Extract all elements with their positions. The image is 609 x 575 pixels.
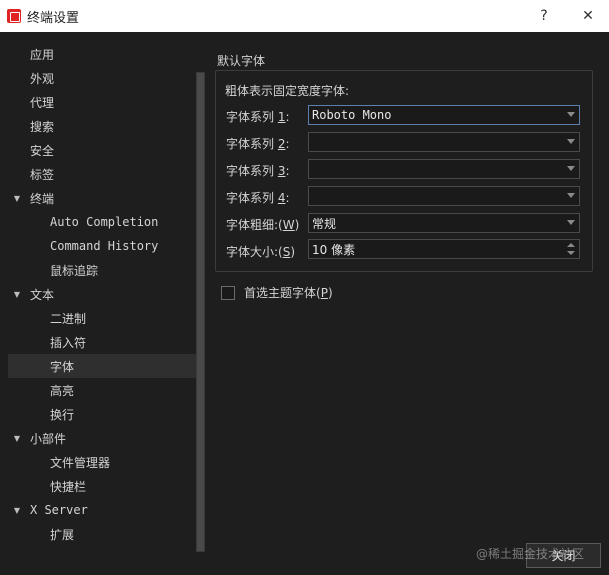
nav-item-widgets[interactable]: ▼ 小部件 (8, 426, 196, 450)
theme-font-checkbox[interactable] (221, 285, 235, 300)
nav-item-app[interactable]: 应用 (8, 42, 196, 66)
spin-up-icon[interactable] (567, 243, 575, 247)
font-size-label: 字体大小:(S) (226, 245, 296, 259)
font-weight-select[interactable]: 常规 (308, 213, 580, 233)
expand-arrow-icon[interactable]: ▼ (12, 290, 22, 299)
font-family-1-label: 字体系列 1: (226, 110, 290, 124)
settings-nav: 应用 外观 代理 搜索 安全 标签 ▼ 终端 Auto Completion Co… (0, 32, 205, 575)
close-icon[interactable]: ✕ (568, 0, 608, 32)
font-family-4-label: 字体系列 4: (226, 191, 290, 205)
nav-item-font[interactable]: 字体 (8, 354, 196, 378)
font-size-spinbox[interactable]: 10 像素 (308, 239, 580, 259)
nav-item-wrap[interactable]: 换行 (8, 402, 196, 426)
font-family-3-select[interactable] (308, 159, 580, 179)
nav-label: 搜索 (30, 119, 55, 134)
font-family-4-select[interactable] (308, 186, 580, 206)
chevron-down-icon (567, 166, 575, 171)
nav-label: 鼠标追踪 (50, 263, 99, 278)
font-size-value: 10 像素 (312, 242, 356, 257)
nav-item-extensions[interactable]: 扩展 (8, 522, 196, 546)
nav-label: 应用 (30, 47, 55, 62)
nav-item-tabs[interactable]: 标签 (8, 162, 196, 186)
chevron-down-icon (567, 220, 575, 225)
nav-item-x-server[interactable]: ▼ X Server (8, 498, 196, 522)
nav-label: 插入符 (50, 335, 87, 350)
nav-item-quickbar[interactable]: 快捷栏 (8, 474, 196, 498)
nav-item-binary[interactable]: 二进制 (8, 306, 196, 330)
nav-label: 扩展 (50, 527, 75, 542)
font-family-1-select[interactable]: Roboto Mono (308, 105, 580, 125)
group-title: 默认字体 (217, 54, 266, 68)
nav-item-proxy[interactable]: 代理 (8, 90, 196, 114)
expand-arrow-icon[interactable]: ▼ (12, 506, 22, 515)
nav-item-mouse-tracking[interactable]: 鼠标追踪 (8, 258, 196, 282)
nav-item-file-manager[interactable]: 文件管理器 (8, 450, 196, 474)
nav-label: 终端 (30, 191, 55, 206)
theme-font-option[interactable]: 首选主题字体(P) (221, 284, 333, 301)
nav-label: 高亮 (50, 383, 75, 398)
font-weight-value: 常规 (312, 216, 337, 231)
spin-down-icon[interactable] (567, 251, 575, 255)
help-button[interactable]: ? (524, 0, 564, 32)
chevron-down-icon (567, 112, 575, 117)
nav-label: 换行 (50, 407, 75, 422)
title-bar: 终端设置 ? ✕ (0, 0, 609, 32)
nav-label: 代理 (30, 95, 55, 110)
font-weight-label: 字体粗细:(W) (226, 218, 300, 232)
nav-item-appearance[interactable]: 外观 (8, 66, 196, 90)
nav-item-search[interactable]: 搜索 (8, 114, 196, 138)
nav-label: Command History (50, 239, 159, 253)
expand-arrow-icon[interactable]: ▼ (12, 434, 22, 443)
nav-item-highlight[interactable]: 高亮 (8, 378, 196, 402)
nav-label: 文本 (30, 287, 55, 302)
nav-item-text[interactable]: ▼ 文本 (8, 282, 196, 306)
app-icon (7, 9, 21, 23)
nav-item-caret[interactable]: 插入符 (8, 330, 196, 354)
nav-item-command-history[interactable]: Command History (8, 234, 196, 258)
font-family-1-value: Roboto Mono (312, 108, 392, 122)
font-family-2-select[interactable] (308, 132, 580, 152)
chevron-down-icon (567, 139, 575, 144)
window-title: 终端设置 (27, 10, 80, 26)
fixed-width-hint: 粗体表示固定宽度字体: (225, 84, 350, 98)
nav-label: 安全 (30, 143, 55, 158)
watermark: @稀土掘金技术社区 (476, 547, 585, 561)
nav-label: 标签 (30, 167, 55, 182)
nav-label: 外观 (30, 71, 55, 86)
nav-label: 字体 (50, 359, 75, 374)
nav-label: 文件管理器 (50, 455, 111, 470)
nav-label: 小部件 (30, 431, 67, 446)
nav-label: 二进制 (50, 311, 87, 326)
nav-label: Auto Completion (50, 215, 159, 229)
font-family-3-label: 字体系列 3: (226, 164, 290, 178)
expand-arrow-icon[interactable]: ▼ (12, 194, 22, 203)
nav-label: 快捷栏 (50, 479, 87, 494)
nav-item-auto-completion[interactable]: Auto Completion (8, 210, 196, 234)
font-family-2-label: 字体系列 2: (226, 137, 290, 151)
nav-item-terminal[interactable]: ▼ 终端 (8, 186, 196, 210)
font-settings-panel: 默认字体 粗体表示固定宽度字体: 字体系列 1: Roboto Mono 字体系… (205, 32, 609, 575)
nav-label: X Server (30, 503, 88, 517)
chevron-down-icon (567, 193, 575, 198)
nav-item-security[interactable]: 安全 (8, 138, 196, 162)
theme-font-label: 首选主题字体(P) (244, 286, 333, 300)
sidebar-scroll-thumb[interactable] (197, 73, 204, 551)
